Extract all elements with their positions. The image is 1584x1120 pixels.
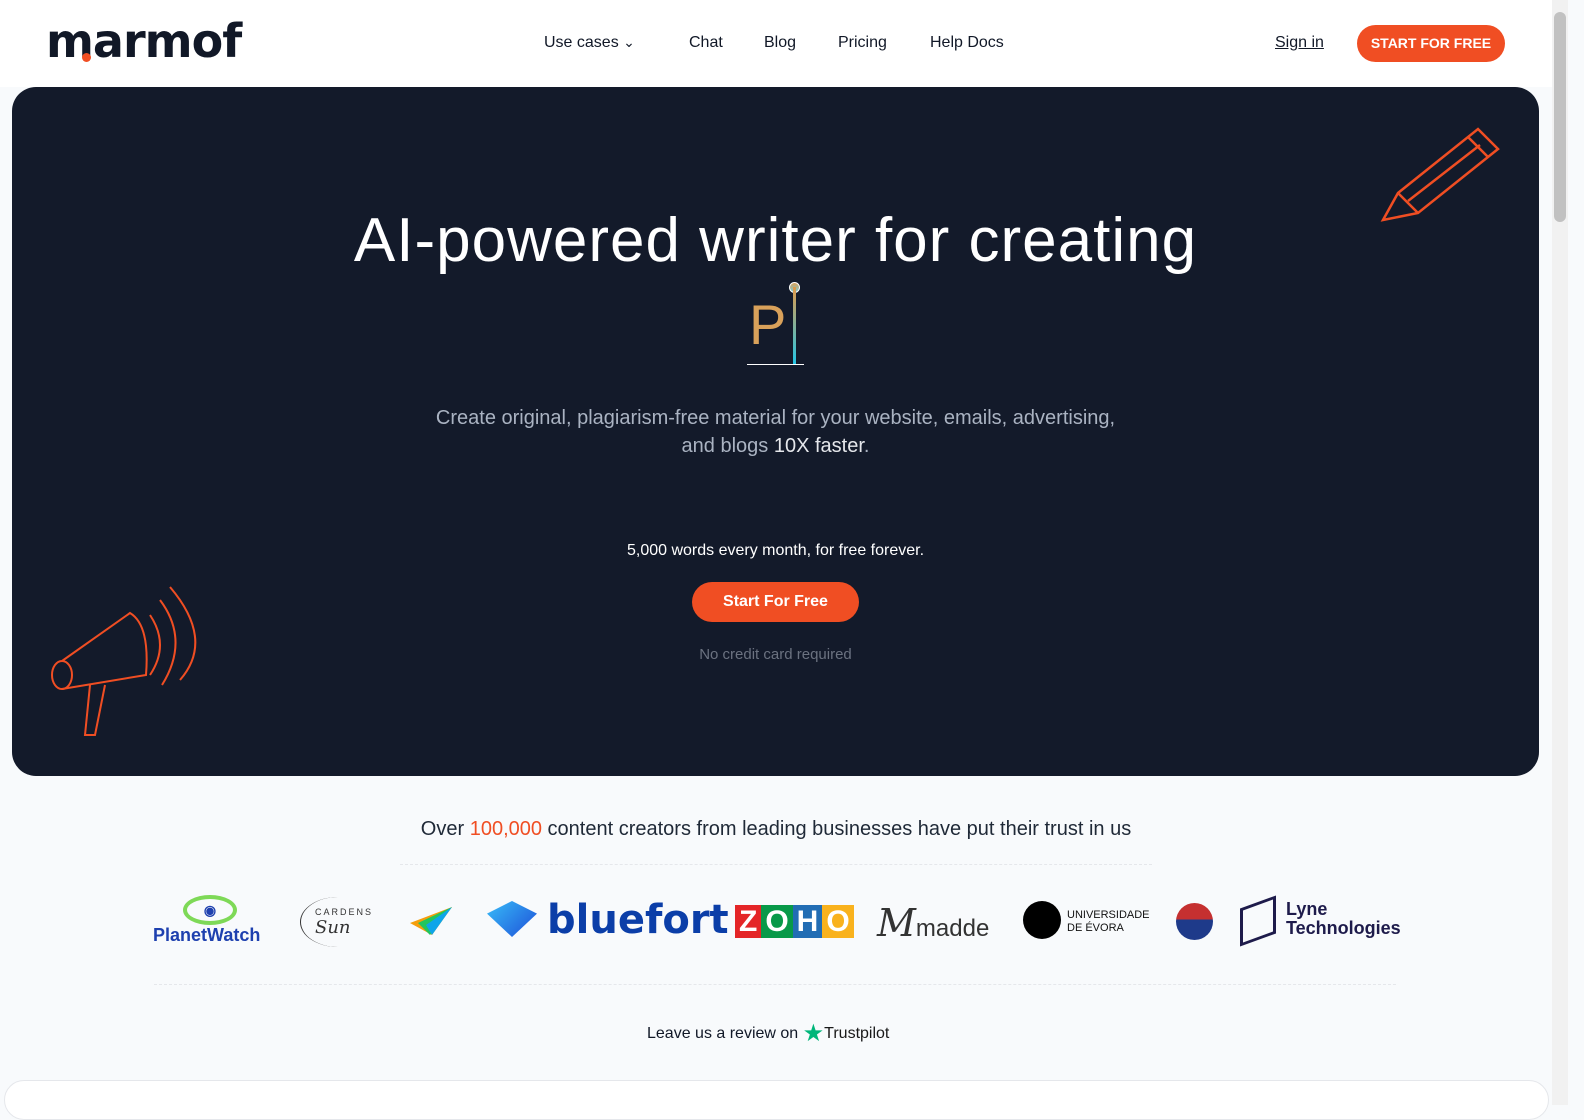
trust-text: Over — [420, 818, 470, 840]
nav-use-cases[interactable]: Use cases ⌄ — [544, 34, 635, 52]
madde-m: M — [877, 901, 916, 945]
divider — [154, 984, 1396, 985]
nav-label: Use cases — [544, 34, 619, 51]
subtitle-text: . — [863, 435, 870, 457]
zoho-h: H — [792, 905, 823, 938]
zoho-o: O — [761, 905, 793, 938]
start-for-free-header-button[interactable]: START FOR FREE — [1357, 25, 1505, 62]
nav-help-docs[interactable]: Help Docs — [930, 34, 1004, 52]
chevron-down-icon: ⌄ — [623, 34, 635, 50]
hero: AI-powered writer for creating P Create … — [12, 87, 1539, 776]
subtitle-line-2: and blogs 10X faster. — [12, 432, 1539, 460]
nav-pricing[interactable]: Pricing — [838, 34, 887, 52]
divider — [400, 864, 1152, 865]
free-words-note: 5,000 words every month, for free foreve… — [626, 542, 925, 559]
review-text: Leave us a review on — [647, 1025, 799, 1042]
hero-title: AI-powered writer for creating — [353, 206, 1198, 275]
typed-text: P — [749, 293, 787, 356]
logo-text: Universidade de Évora — [1067, 909, 1150, 934]
no-credit-card-note: No credit card required — [699, 646, 852, 663]
logo-planetwatch: ◉ PlanetWatch — [153, 895, 261, 946]
nav-blog[interactable]: Blog — [764, 34, 796, 52]
logo-seal — [1176, 903, 1213, 940]
typing-caret — [793, 287, 796, 365]
paper-plane-logo — [410, 907, 452, 935]
logo-text: bluefort — [547, 897, 729, 943]
start-for-free-button[interactable]: Start For Free — [692, 582, 859, 622]
trustpilot-link[interactable]: Trustpilot — [824, 1025, 889, 1042]
eye-icon: ◉ — [183, 895, 237, 925]
logo-madde: Mmadde — [877, 901, 989, 945]
bluefort-mark — [487, 901, 537, 937]
subtitle-line-1: Create original, plagiarism-free materia… — [435, 407, 1116, 429]
logo-bluefort: bluefort — [487, 897, 729, 943]
zoho-o2: O — [822, 905, 854, 938]
star-icon: ★ — [802, 1020, 825, 1047]
typed-underline — [747, 364, 804, 365]
logo-dot — [82, 53, 91, 62]
zoho-z: Z — [735, 905, 762, 938]
lyne-mark — [1240, 895, 1276, 947]
logo-universidade-evora: Universidade de Évora — [1023, 901, 1157, 939]
nav-chat[interactable]: Chat — [689, 34, 723, 52]
subtitle-text: and blogs — [681, 435, 774, 457]
next-section-card — [4, 1080, 1549, 1120]
sign-in-link[interactable]: Sign in — [1275, 34, 1324, 52]
logo-lyne-technologies: Lyne Technologies — [1240, 895, 1406, 947]
logo-text: madde — [915, 915, 990, 942]
logo-text: Lyne Technologies — [1286, 899, 1401, 938]
trust-text: content creators from leading businesses… — [542, 818, 1132, 840]
logo-gardens-of-the-sun: CARDENS Sun — [300, 897, 376, 947]
hero-subtitle: Create original, plagiarism-free materia… — [12, 404, 1539, 460]
subtitle-emphasis: 10X faster — [773, 435, 864, 457]
header: marmof Use cases ⌄ Chat Blog Pricing Hel… — [0, 0, 1552, 87]
logo-text: PlanetWatch — [153, 925, 261, 945]
evora-mark — [1023, 901, 1061, 939]
logo-zoho: ZOHO — [735, 905, 854, 939]
scrollbar-thumb[interactable] — [1554, 12, 1566, 222]
trust-heading: Over 100,000 content creators from leadi… — [0, 818, 1552, 841]
logo[interactable]: marmof — [46, 14, 242, 68]
trust-count: 100,000 — [469, 818, 542, 840]
trustpilot-review[interactable]: Leave us a review on ★Trustpilot — [647, 1019, 889, 1048]
client-logos: ◉ PlanetWatch CARDENS Sun bluefort ZOHO Mm… — [0, 895, 1552, 955]
